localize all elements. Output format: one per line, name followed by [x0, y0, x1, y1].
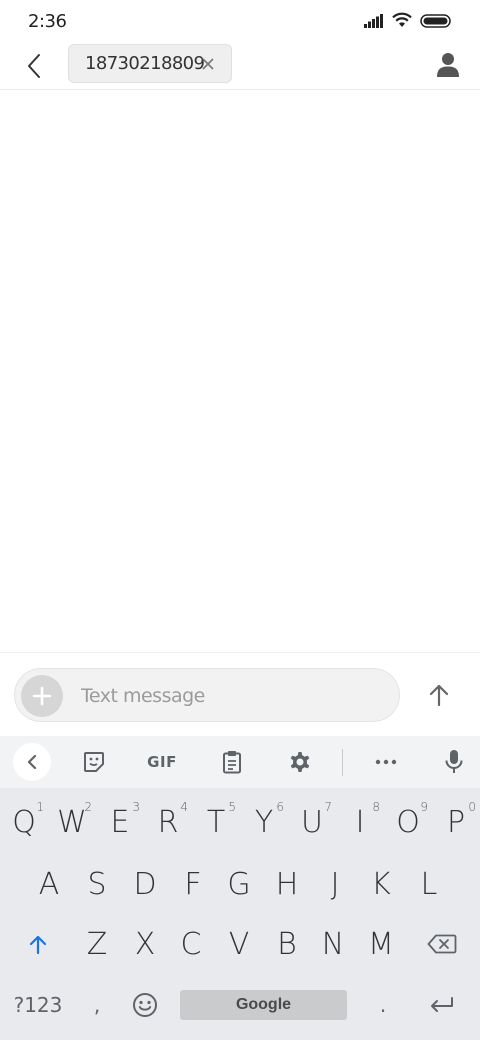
status-icons [364, 12, 452, 32]
emoji-key[interactable] [126, 976, 164, 1034]
shift-arrow-icon [29, 935, 47, 954]
compose-field [14, 668, 400, 722]
key-z[interactable]: Z [74, 914, 120, 974]
more-options-button[interactable] [368, 744, 404, 780]
remove-recipient-button[interactable] [199, 55, 217, 73]
compose-bar [0, 652, 480, 736]
attach-button[interactable] [21, 675, 63, 717]
key-l[interactable]: L [406, 854, 452, 914]
period-key[interactable]: . [366, 976, 400, 1034]
status-bar: 2:36 [0, 0, 480, 44]
chevron-left-icon [27, 754, 37, 770]
key-row-3: Z X C V B N M [0, 914, 480, 974]
key-v[interactable]: V [216, 914, 262, 974]
key-y[interactable]: Y6 [242, 792, 286, 852]
gear-icon [290, 752, 310, 772]
gif-label: GIF [147, 753, 177, 771]
key-f[interactable]: F [170, 854, 216, 914]
key-t[interactable]: T5 [194, 792, 238, 852]
key-p[interactable]: P0 [434, 792, 478, 852]
microphone-icon [445, 750, 463, 773]
key-q[interactable]: Q1 [2, 792, 46, 852]
contact-button[interactable] [432, 48, 464, 82]
key-n[interactable]: N [310, 914, 356, 974]
voice-input-button[interactable] [436, 744, 472, 780]
message-input[interactable] [81, 682, 381, 710]
battery-icon [420, 13, 452, 32]
space-key[interactable]: Google [180, 990, 347, 1020]
clipboard-icon [223, 751, 241, 774]
key-k[interactable]: K [358, 854, 404, 914]
recipient-number: 18730218809 [85, 53, 205, 74]
smiley-icon [133, 993, 157, 1017]
key-s[interactable]: S [74, 854, 120, 914]
key-row-bottom: ?123 , Google . [0, 976, 480, 1036]
key-g[interactable]: G [216, 854, 262, 914]
backspace-icon [427, 934, 457, 954]
plus-icon [32, 686, 52, 706]
key-o[interactable]: O9 [386, 792, 430, 852]
key-m[interactable]: M [358, 914, 404, 974]
comma-key[interactable]: , [80, 976, 114, 1034]
key-row-2: A S D F G H J K L [0, 854, 480, 914]
more-dots-icon [375, 759, 397, 765]
status-time: 2:36 [28, 11, 67, 32]
arrow-up-icon [429, 684, 449, 706]
enter-key[interactable] [418, 976, 466, 1034]
conversation-area [0, 91, 480, 652]
key-w[interactable]: W2 [50, 792, 94, 852]
signal-icon [364, 13, 384, 32]
keyboard: GIF Q 1 W 2 E 3 R 4 T 5 Y 6 U 7 I 8 O 9 … [0, 736, 480, 1040]
key-r[interactable]: R4 [146, 792, 190, 852]
chevron-left-icon [28, 54, 40, 78]
enter-arrow-icon [431, 997, 453, 1012]
toolbar-collapse-button[interactable] [13, 743, 51, 781]
key-row-1: Q1 W2 E3 R4 T5 Y6 U7 I8 O9 P0 [0, 792, 480, 852]
key-j[interactable]: J [312, 854, 358, 914]
key-e[interactable]: E3 [98, 792, 142, 852]
key-a[interactable]: A [26, 854, 72, 914]
key-x[interactable]: X [122, 914, 168, 974]
key-d[interactable]: D [122, 854, 168, 914]
settings-button[interactable] [282, 744, 318, 780]
close-icon [202, 58, 214, 70]
backspace-key[interactable] [414, 914, 470, 974]
sticker-icon [84, 752, 104, 772]
key-c[interactable]: C [168, 914, 214, 974]
wifi-icon [392, 12, 412, 32]
key-b[interactable]: B [264, 914, 310, 974]
sticker-button[interactable] [76, 744, 112, 780]
clipboard-button[interactable] [214, 744, 250, 780]
key-h[interactable]: H [264, 854, 310, 914]
shift-key[interactable] [12, 914, 64, 974]
conversation-header: 18730218809 [0, 44, 480, 90]
person-icon [437, 53, 459, 77]
keyboard-toolbar: GIF [0, 736, 480, 788]
key-u[interactable]: U7 [290, 792, 334, 852]
gif-button[interactable]: GIF [136, 744, 188, 780]
toolbar-divider [342, 749, 343, 776]
back-button[interactable] [18, 48, 50, 84]
key-i[interactable]: I8 [338, 792, 382, 852]
recipient-chip[interactable]: 18730218809 [68, 44, 232, 83]
send-button[interactable] [422, 677, 456, 713]
symbols-key[interactable]: ?123 [8, 976, 68, 1034]
